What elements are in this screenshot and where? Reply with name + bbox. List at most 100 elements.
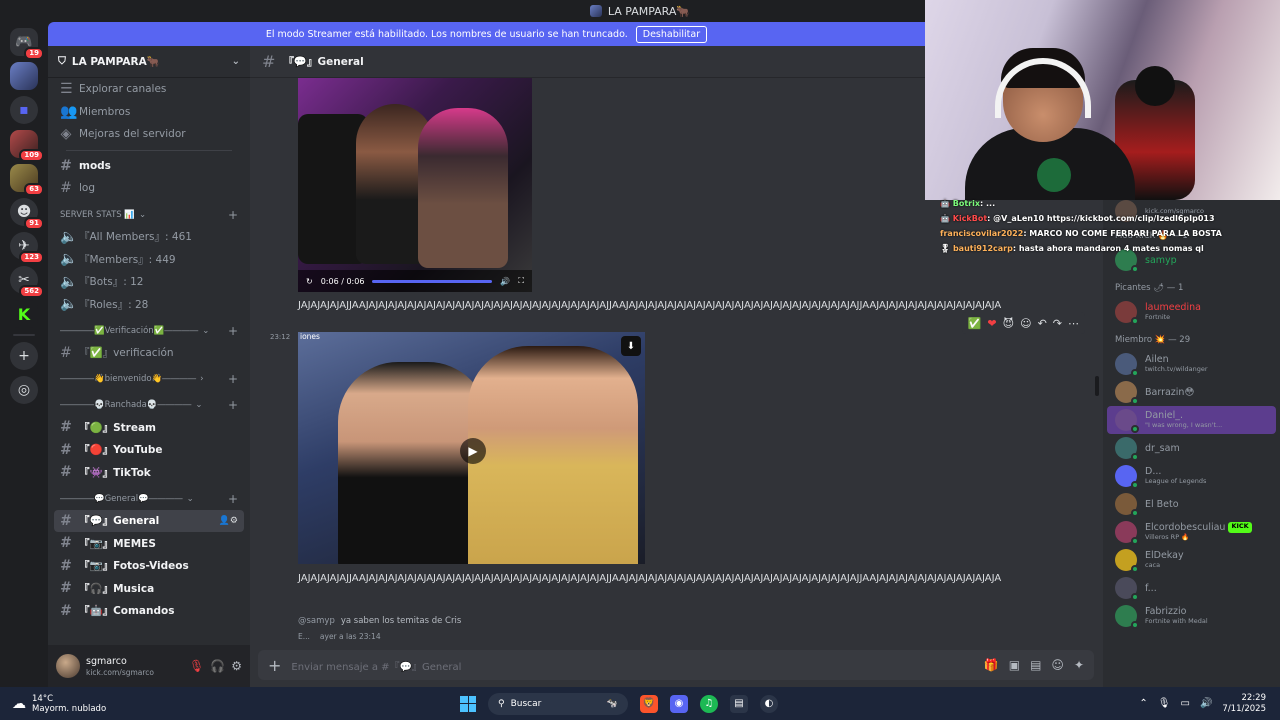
more-icon[interactable]: ⋯ <box>1068 317 1079 330</box>
volume-icon[interactable]: 🔊 <box>1200 698 1212 709</box>
add-channel-icon[interactable]: + <box>228 208 238 222</box>
emoji-icon[interactable]: ☺ <box>1051 658 1064 672</box>
notepad-icon[interactable]: ▤ <box>730 694 748 713</box>
server-icon-2[interactable]: 109 <box>10 130 44 162</box>
check-reaction-icon[interactable]: ✅ <box>968 317 982 330</box>
voice-stat-members[interactable]: 🔈 『Members』: 449 <box>54 248 244 271</box>
channel-memes[interactable]: # 『📷』MEMES <box>54 532 244 555</box>
folder-icon[interactable]: ▪ <box>10 96 38 124</box>
weather-widget[interactable]: ☁ 14°C Mayorm. nublado <box>0 694 460 714</box>
server-icon-5[interactable]: ✈ 123 <box>10 232 44 264</box>
avatar[interactable] <box>56 654 80 678</box>
forward-icon[interactable]: ↷ <box>1053 317 1062 330</box>
video-attachment-2[interactable]: iones ⬇ ▶ <box>298 332 645 564</box>
member-item[interactable]: Fabrizzio Fortnite with Medal <box>1103 602 1280 630</box>
add-reaction-icon[interactable]: ☺ <box>1020 317 1031 330</box>
add-server-icon[interactable]: + <box>10 342 38 370</box>
add-channel-icon[interactable]: + <box>228 324 238 338</box>
kick-server-icon[interactable]: K <box>10 300 38 328</box>
dm-home-icon[interactable]: 🎮 19 <box>10 28 44 60</box>
scrollbar[interactable] <box>1095 376 1099 396</box>
category-general[interactable]: ――――💬General💬―――― ⌄ + <box>54 488 244 510</box>
discover-icon[interactable]: ◎ <box>10 376 38 404</box>
replay-icon[interactable]: ↻ <box>306 277 313 286</box>
gift-icon[interactable]: 🎁 <box>984 658 999 672</box>
add-attachment-icon[interactable]: + <box>268 656 281 675</box>
member-item[interactable]: dr_sam <box>1103 434 1280 462</box>
voice-stat-roles[interactable]: 🔈 『Roles』: 28 <box>54 293 244 316</box>
channel-fotos-videos[interactable]: # 『📷』Fotos-Videos <box>54 555 244 578</box>
network-icon[interactable]: ▭ <box>1181 698 1190 709</box>
member-item[interactable]: Barrazin😳 <box>1103 378 1280 406</box>
avatar <box>1115 605 1139 629</box>
member-item[interactable]: laumeedina Fortnite <box>1103 298 1280 326</box>
apps-icon[interactable]: ✦ <box>1074 658 1084 672</box>
member-item[interactable]: Elcordobesculiau KICK Villeros RP 🔥 <box>1103 518 1280 546</box>
member-item[interactable]: Daniel_. "I was wrong, I wasn't... <box>1107 406 1276 434</box>
clock[interactable]: 22:29 7/11/2025 <box>1222 693 1266 715</box>
member-item[interactable]: D... League of Legends <box>1103 462 1280 490</box>
windows-start-icon[interactable] <box>460 695 476 712</box>
disable-streamer-button[interactable]: Deshabilitar <box>635 25 708 43</box>
members-link[interactable]: 👥 Miembros <box>54 101 244 124</box>
obs-icon[interactable]: ◐ <box>760 694 778 713</box>
gif-icon[interactable]: ▣ <box>1009 658 1020 672</box>
discord-icon[interactable]: ◉ <box>670 694 688 713</box>
progress-bar[interactable] <box>372 279 493 283</box>
channel-youtube[interactable]: # 『🔴』YouTube <box>54 439 244 462</box>
member-item[interactable]: El Beto <box>1103 490 1280 518</box>
channel-comandos[interactable]: # 『🤖』Comandos <box>54 600 244 623</box>
gear-icon[interactable]: ⚙ <box>231 659 242 673</box>
category-server-stats[interactable]: SERVER STATS 📊 ⌄ + <box>54 204 244 226</box>
mic-muted-icon[interactable]: 🎙 <box>189 659 204 673</box>
channel-tiktok[interactable]: # 『👾』TikTok <box>54 461 244 484</box>
browse-channels[interactable]: ☰ Explorar canales <box>54 78 244 101</box>
stream-chat-overlay: 🤖 Botrix: ... 🤖 KickBot: @V_aLen10 https… <box>940 196 1240 256</box>
reply-icon[interactable]: ↶ <box>1038 317 1047 330</box>
spotify-icon[interactable]: ♫ <box>700 694 718 713</box>
channel-stream[interactable]: # 『🟢』Stream <box>54 416 244 439</box>
brave-icon[interactable]: 🦁 <box>640 694 658 713</box>
category-verificacion[interactable]: ――――✅Verificación✅―――― ⌄ + <box>54 320 244 342</box>
sticker-icon[interactable]: ▤ <box>1030 658 1041 672</box>
heart-reaction-icon[interactable]: ❤ <box>987 317 996 330</box>
voice-stat-all-members[interactable]: 🔈 『All Members』: 461 <box>54 226 244 249</box>
fullscreen-icon[interactable]: ⛶ <box>518 276 524 286</box>
member-item[interactable]: f... <box>1103 574 1280 602</box>
channel-settings-icons[interactable]: 👤⚙ <box>219 516 238 526</box>
taskbar-search[interactable]: ⚲ Buscar 🐄 <box>488 692 628 715</box>
channel-log[interactable]: # log <box>54 177 244 200</box>
channel-musica[interactable]: # 『🎧』Musica <box>54 577 244 600</box>
mic-icon[interactable]: 🎙 <box>1158 698 1171 709</box>
reaction-icon[interactable]: 😈 <box>1003 317 1014 330</box>
avatar <box>1115 301 1139 325</box>
deafened-icon[interactable]: 🎧 <box>210 659 225 673</box>
channel-mods[interactable]: # mods <box>54 155 244 178</box>
chevron-up-icon[interactable]: ⌃ <box>1139 698 1147 709</box>
channel-general[interactable]: # 『💬』General 👤⚙ <box>54 509 244 532</box>
download-icon[interactable]: ⬇ <box>621 336 641 356</box>
category-ranchada[interactable]: ――――💀Ranchada💀―――― ⌄ + <box>54 394 244 416</box>
divider <box>66 149 232 151</box>
server-la-pampara-icon[interactable] <box>10 62 38 90</box>
add-channel-icon[interactable]: + <box>228 492 238 506</box>
message-composer[interactable]: + Enviar mensaje a #『💬』General 🎁 ▣ ▤ ☺ ✦ <box>258 650 1094 680</box>
server-boost-link[interactable]: ◈ Mejoras del servidor <box>54 123 244 146</box>
voice-stat-bots[interactable]: 🔈 『Bots』: 12 <box>54 271 244 294</box>
video-attachment-1[interactable]: ↻ 0:06 / 0:06 🔊 ⛶ <box>298 78 532 292</box>
reply-preview[interactable]: @samyp ya saben los temitas de Cris <box>298 616 461 626</box>
play-icon[interactable]: ▶ <box>460 438 486 464</box>
category-bienvenido[interactable]: ――――👋bienvenido👋―――― › + <box>54 368 244 390</box>
volume-icon[interactable]: 🔊 <box>500 277 510 286</box>
add-channel-icon[interactable]: + <box>228 372 238 386</box>
add-channel-icon[interactable]: + <box>228 398 238 412</box>
member-item[interactable]: ElDekay caca <box>1103 546 1280 574</box>
member-item[interactable]: Ailen twitch.tv/wildanger <box>1103 350 1280 378</box>
composer-placeholder[interactable]: Enviar mensaje a #『💬』General <box>291 658 461 673</box>
speaker-icon: 🔈 <box>60 273 78 290</box>
server-icon-6[interactable]: ✂ 562 <box>10 266 44 298</box>
server-icon-4[interactable]: ☻ 91 <box>10 198 44 230</box>
channel-verificacion[interactable]: # 『✅』verificación <box>54 342 244 365</box>
server-header[interactable]: ⛉ LA PAMPARA🐂 ⌄ <box>48 46 250 78</box>
server-icon-3[interactable]: 63 <box>10 164 44 196</box>
